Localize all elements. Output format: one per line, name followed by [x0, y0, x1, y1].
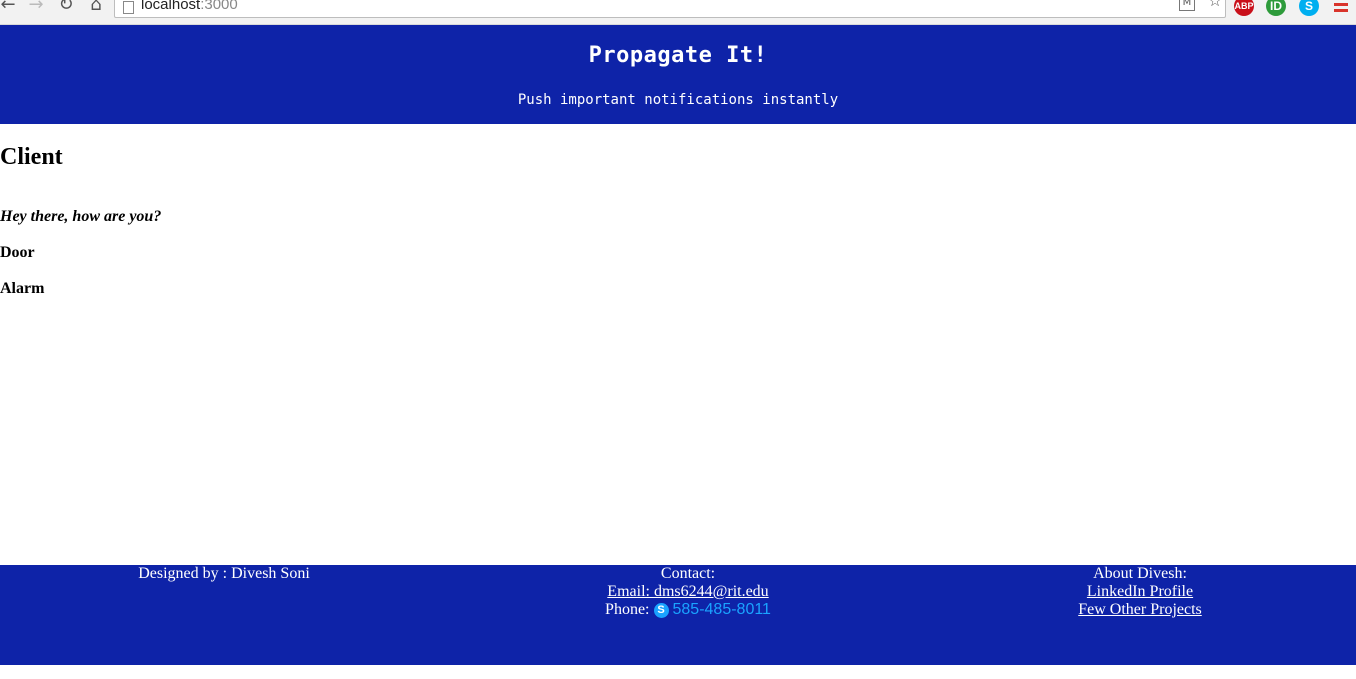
contact-heading: Contact: [660, 565, 716, 582]
forward-arrow-icon[interactable]: → [24, 0, 48, 16]
skype-extension-icon[interactable]: S [1299, 0, 1319, 16]
phone-row: Phone: S 585-485-8011 [548, 601, 828, 619]
reader-mode-icon[interactable]: M [1179, 0, 1195, 11]
page-header: Propagate It! Push important notificatio… [0, 25, 1356, 124]
adblock-extension-icon[interactable]: ABP [1234, 0, 1254, 16]
skype-icon[interactable]: S [653, 603, 669, 618]
site-subtitle: Push important notifications instantly [517, 92, 839, 108]
page-icon [123, 1, 134, 14]
linkedin-link[interactable]: LinkedIn Profile [1087, 583, 1193, 600]
footer-contact: Contact: Email: dms6244@rit.edu Phone: S… [548, 565, 828, 619]
footer-credits: Designed by : Divesh Soni [84, 565, 364, 583]
client-heading: Client [0, 144, 63, 170]
page-footer: Designed by : Divesh Soni Contact: Email… [0, 565, 1356, 665]
green-extension-icon[interactable]: ID [1266, 0, 1286, 16]
address-bar[interactable]: localhost:3000 M ☆ [114, 0, 1226, 18]
main-content: Client Hey there, how are you? Door Alar… [0, 124, 1356, 565]
site-title: Propagate It! [588, 43, 768, 68]
phone-label: Phone: [605, 601, 650, 618]
phone-number-link[interactable]: 585-485-8011 [673, 601, 771, 618]
home-icon[interactable]: ⌂ [84, 0, 108, 16]
notification-message: Alarm [0, 280, 45, 297]
notification-message: Door [0, 244, 35, 261]
notification-message: Hey there, how are you? [0, 208, 162, 225]
about-heading: About Divesh: [1093, 565, 1187, 582]
address-url[interactable]: localhost:3000 [141, 0, 238, 13]
other-projects-link[interactable]: Few Other Projects [1078, 601, 1202, 618]
footer-about: About Divesh: LinkedIn Profile Few Other… [1000, 565, 1280, 619]
url-host: localhost [141, 0, 201, 13]
url-port: :3000 [200, 0, 238, 13]
designed-by-text: Designed by : Divesh Soni [138, 565, 310, 582]
reload-icon[interactable]: ↻ [54, 0, 78, 16]
back-arrow-icon[interactable]: ← [0, 0, 20, 16]
browser-menu-icon[interactable] [1334, 0, 1348, 13]
browser-toolbar: ← → ↻ ⌂ localhost:3000 M ☆ ABP ID S [0, 0, 1356, 25]
email-link[interactable]: Email: dms6244@rit.edu [607, 583, 768, 600]
bookmark-star-icon[interactable]: ☆ [1205, 0, 1225, 11]
